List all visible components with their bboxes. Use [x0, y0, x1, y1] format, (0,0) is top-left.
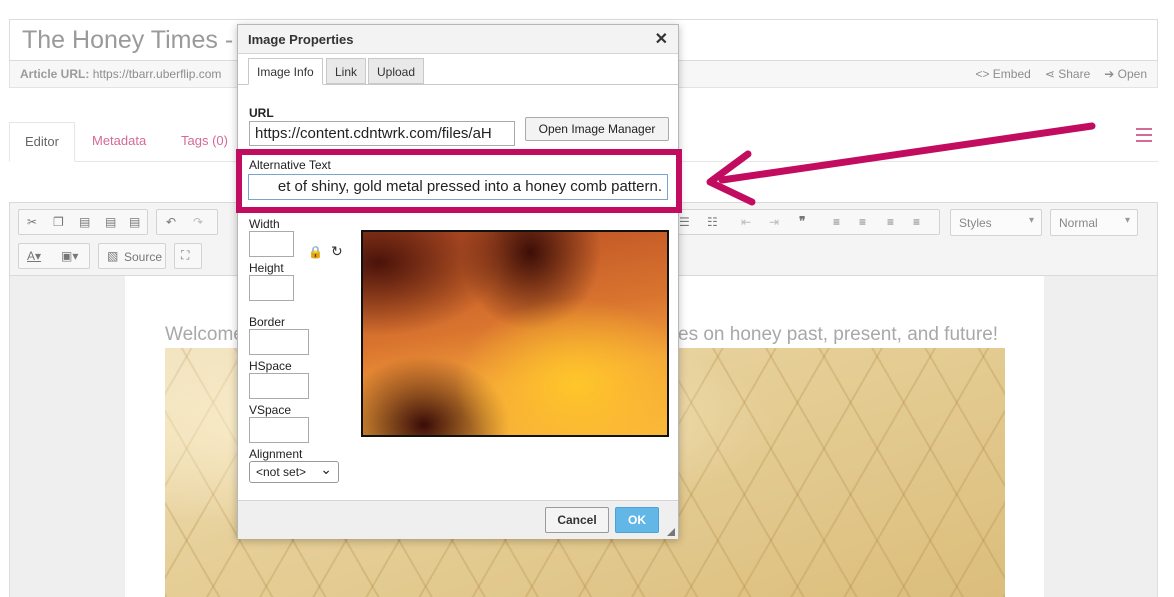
dialog-titlebar[interactable]: Image Properties ✕	[238, 25, 678, 54]
resize-handle-icon[interactable]	[667, 528, 675, 536]
tab-metadata[interactable]: Metadata	[77, 122, 161, 162]
annotation-arrow-icon	[706, 122, 1096, 206]
hspace-label: HSpace	[249, 359, 292, 373]
paste-text-icon[interactable]: ▤	[105, 215, 116, 229]
paste-icon[interactable]: ▤	[79, 215, 90, 229]
tab-upload[interactable]: Upload	[368, 58, 425, 84]
open-arrow-icon: ➔	[1104, 67, 1118, 81]
width-label: Width	[249, 217, 280, 231]
cut-icon[interactable]: ✂	[27, 215, 37, 229]
close-icon[interactable]: ✕	[655, 29, 668, 49]
redo-icon[interactable]: ↷	[193, 215, 203, 229]
tab-image-info[interactable]: Image Info	[248, 58, 323, 85]
indent-icon[interactable]: ⇥	[769, 215, 779, 229]
url-label: URL	[249, 106, 274, 120]
source-button[interactable]: ▧ Source	[98, 243, 166, 269]
undo-icon[interactable]: ↶	[166, 215, 176, 229]
history-group: ↶ ↷	[156, 209, 218, 235]
open-button[interactable]: ➔ Open	[1104, 67, 1147, 81]
format-dropdown[interactable]: Normal	[1050, 209, 1138, 236]
bulleted-list-icon[interactable]: ☷	[707, 215, 718, 229]
height-input[interactable]	[249, 275, 294, 301]
source-label: Source	[124, 250, 163, 264]
blockquote-icon[interactable]: ❞	[799, 214, 805, 228]
align-left-icon[interactable]: ≡	[833, 215, 840, 229]
article-url-text: Article URL: https://tbarr.uberflip.com	[20, 67, 222, 81]
embed-button[interactable]: <> Embed	[975, 67, 1030, 81]
share-button[interactable]: ⋖ Share	[1045, 67, 1090, 81]
share-icon: ⋖	[1044, 67, 1059, 81]
open-image-manager-button[interactable]: Open Image Manager	[525, 117, 669, 141]
align-right-icon[interactable]: ≡	[887, 215, 894, 229]
format-group: ☰ ☷ ⇤ ⇥ ❞ ≡ ≡ ≡ ≡	[670, 209, 940, 235]
alignment-label: Alignment	[249, 447, 303, 461]
border-input[interactable]	[249, 329, 309, 355]
copy-icon[interactable]: ❐	[53, 215, 64, 229]
hspace-input[interactable]	[249, 373, 309, 399]
background-color-icon[interactable]: ▣▾	[61, 249, 78, 263]
clipboard-group: ✂ ❐ ▤ ▤ ▤	[18, 209, 148, 235]
url-input[interactable]: https://content.cdntwrk.com/files/aH	[249, 121, 515, 146]
text-color-icon[interactable]: A▾	[27, 249, 41, 263]
alt-text-highlight-box	[236, 149, 682, 213]
alignment-select[interactable]: <not set>	[249, 461, 339, 483]
maximize-icon: ⛶	[181, 248, 190, 262]
styles-dropdown[interactable]: Styles	[950, 209, 1042, 236]
maximize-button[interactable]: ⛶	[174, 243, 202, 269]
border-label: Border	[249, 315, 286, 329]
vspace-label: VSpace	[249, 403, 292, 417]
image-preview	[361, 230, 669, 437]
url-actions: <> Embed ⋖ Share ➔ Open	[975, 67, 1147, 81]
paste-word-icon[interactable]: ▤	[129, 215, 140, 229]
source-icon: ▧	[107, 249, 119, 263]
numbered-list-icon[interactable]: ☰	[679, 215, 690, 229]
tab-editor[interactable]: Editor	[9, 122, 75, 162]
color-group: A▾ ▣▾	[18, 243, 90, 269]
welcome-text-start: Welcome	[165, 324, 244, 345]
dialog-title: Image Properties	[248, 32, 354, 47]
dialog-footer: Cancel OK	[238, 500, 678, 539]
outdent-icon[interactable]: ⇤	[741, 215, 751, 229]
height-label: Height	[249, 261, 284, 275]
welcome-text-end: es on honey past, present, and future!	[678, 324, 999, 345]
menu-icon[interactable]	[1136, 128, 1152, 142]
vspace-input[interactable]	[249, 417, 309, 443]
image-properties-dialog: Image Properties ✕ Image Info Link Uploa…	[237, 24, 679, 539]
ok-button[interactable]: OK	[615, 507, 659, 533]
tab-tags[interactable]: Tags (0)	[166, 122, 243, 162]
lock-ratio-icon[interactable]: 🔒	[308, 245, 323, 259]
width-input[interactable]	[249, 231, 294, 257]
tab-link[interactable]: Link	[326, 58, 367, 84]
justify-icon[interactable]: ≡	[913, 215, 920, 229]
cancel-button[interactable]: Cancel	[545, 507, 609, 533]
align-center-icon[interactable]: ≡	[859, 215, 866, 229]
reset-size-icon[interactable]: ↻	[331, 243, 343, 260]
article-title: The Honey Times -	[22, 26, 234, 54]
